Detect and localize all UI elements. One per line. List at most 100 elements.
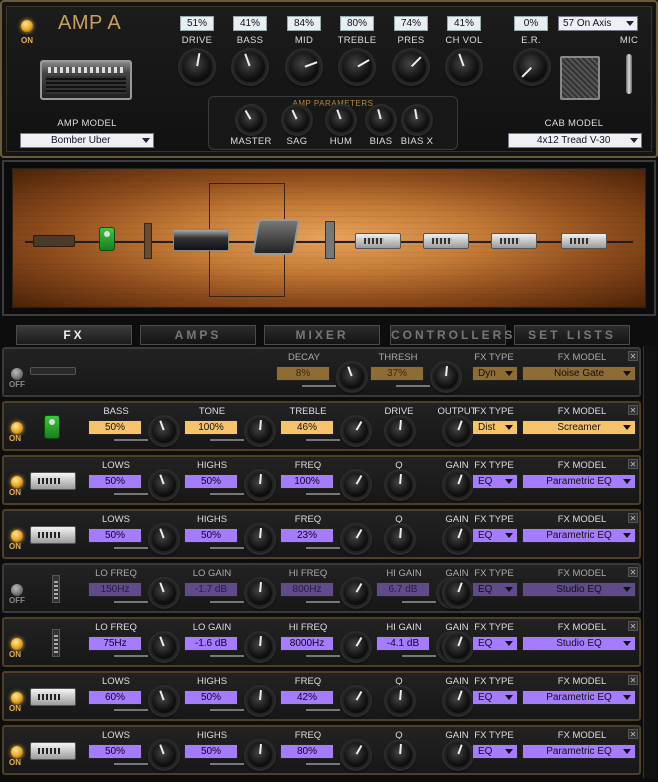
fx-param-knob[interactable] xyxy=(444,579,472,607)
fx-param-knob[interactable] xyxy=(386,687,414,715)
fx-param-value[interactable]: -4.1 dB xyxy=(376,636,430,651)
fx-param-knob[interactable] xyxy=(246,741,274,769)
fx-param-knob[interactable] xyxy=(150,741,178,769)
fx-param-value[interactable]: 50% xyxy=(184,474,238,489)
fx-param-knob[interactable] xyxy=(342,417,370,445)
fx-type-select[interactable]: Dist xyxy=(472,420,518,435)
fx-param-value[interactable]: 75Hz xyxy=(88,636,142,651)
close-icon[interactable]: ✕ xyxy=(628,351,638,361)
fx-param-knob[interactable] xyxy=(150,687,178,715)
fx-param-knob[interactable] xyxy=(386,741,414,769)
fx-param-knob[interactable] xyxy=(246,471,274,499)
fx-param-knob[interactable] xyxy=(444,633,472,661)
fx-list-scrollbar[interactable] xyxy=(643,346,656,778)
er-knob[interactable] xyxy=(515,50,549,84)
fx-model-select[interactable]: Noise Gate xyxy=(522,366,636,381)
parametric-eq-chain-icon-4[interactable] xyxy=(561,233,607,249)
fx-param-knob[interactable] xyxy=(386,417,414,445)
fx-type-select[interactable]: EQ xyxy=(472,528,518,543)
fx-type-select[interactable]: EQ xyxy=(472,582,518,597)
fx-param-knob[interactable] xyxy=(444,471,472,499)
fx-power-led-icon[interactable] xyxy=(11,692,23,704)
fx-model-select[interactable]: Studio EQ xyxy=(522,582,636,597)
amp-knob-bass[interactable] xyxy=(233,50,267,84)
amp-knob-mid[interactable] xyxy=(287,50,321,84)
fx-param-knob[interactable] xyxy=(444,741,472,769)
noise-gate-chain-icon[interactable] xyxy=(33,235,75,247)
fx-type-select[interactable]: EQ xyxy=(472,690,518,705)
fx-model-select[interactable]: Parametric EQ xyxy=(522,744,636,759)
fx-model-select[interactable]: Parametric EQ xyxy=(522,474,636,489)
fx-param-knob[interactable] xyxy=(444,525,472,553)
fx-param-value[interactable]: 37% xyxy=(370,366,424,381)
close-icon[interactable]: ✕ xyxy=(628,405,638,415)
fx-param-knob[interactable] xyxy=(342,633,370,661)
close-icon[interactable]: ✕ xyxy=(628,621,638,631)
fx-param-value[interactable]: 46% xyxy=(280,420,334,435)
tab-amps[interactable]: AMPS xyxy=(140,325,256,345)
tab-controllers[interactable]: CONTROLLERS xyxy=(390,325,512,345)
studio-eq-chain-icon[interactable] xyxy=(144,223,152,259)
fx-param-value[interactable]: -1.6 dB xyxy=(184,636,238,651)
fx-param-value[interactable]: 800Hz xyxy=(280,582,334,597)
fx-power-led-icon[interactable] xyxy=(11,746,23,758)
close-icon[interactable]: ✕ xyxy=(628,729,638,739)
fx-power-led-icon[interactable] xyxy=(11,584,23,596)
fx-type-select[interactable]: EQ xyxy=(472,636,518,651)
amp-knob-value[interactable]: 41% xyxy=(447,16,481,31)
mic-position-select[interactable]: 57 On Axis xyxy=(558,16,638,31)
close-icon[interactable]: ✕ xyxy=(628,567,638,577)
tab-set-lists[interactable]: SET LISTS xyxy=(514,325,630,345)
amp-knob-value[interactable]: 80% xyxy=(340,16,374,31)
amp-knob-ch-vol[interactable] xyxy=(447,50,481,84)
parametric-eq-chain-icon-1[interactable] xyxy=(355,233,401,249)
fx-param-value[interactable]: 23% xyxy=(280,528,334,543)
param-knob-sag[interactable] xyxy=(283,106,311,134)
fx-param-knob[interactable] xyxy=(150,633,178,661)
parametric-eq-chain-icon-3[interactable] xyxy=(491,233,537,249)
fx-param-value[interactable]: 42% xyxy=(280,690,334,705)
fx-param-knob[interactable] xyxy=(342,471,370,499)
amp-model-select[interactable]: Bomber Uber xyxy=(20,133,154,148)
param-knob-hum[interactable] xyxy=(327,106,355,134)
fx-param-value[interactable]: 60% xyxy=(88,690,142,705)
param-knob-bias-x[interactable] xyxy=(403,106,431,134)
fx-param-knob[interactable] xyxy=(150,471,178,499)
fx-param-knob[interactable] xyxy=(444,417,472,445)
fx-power-led-icon[interactable] xyxy=(11,476,23,488)
screamer-pedal-chain-icon[interactable] xyxy=(99,227,115,251)
cab-model-select[interactable]: 4x12 Tread V-30 xyxy=(508,133,642,148)
cabinet-chain-icon[interactable] xyxy=(251,219,301,255)
amp-knob-pres[interactable] xyxy=(394,50,428,84)
studio-eq-chain-icon-2[interactable] xyxy=(325,221,335,259)
amp-knob-value[interactable]: 41% xyxy=(233,16,267,31)
fx-type-select[interactable]: EQ xyxy=(472,474,518,489)
fx-power-led-icon[interactable] xyxy=(11,638,23,650)
fx-param-value[interactable]: 80% xyxy=(280,744,334,759)
fx-param-knob[interactable] xyxy=(338,363,366,391)
fx-param-knob[interactable] xyxy=(342,525,370,553)
fx-param-value[interactable]: 100% xyxy=(280,474,334,489)
fx-param-value[interactable]: 6.7 dB xyxy=(376,582,430,597)
fx-model-select[interactable]: Parametric EQ xyxy=(522,528,636,543)
fx-param-value[interactable]: -1.7 dB xyxy=(184,582,238,597)
fx-param-knob[interactable] xyxy=(444,687,472,715)
fx-param-knob[interactable] xyxy=(246,687,274,715)
fx-param-knob[interactable] xyxy=(150,579,178,607)
fx-param-value[interactable]: 50% xyxy=(88,528,142,543)
fx-type-select[interactable]: Dyn xyxy=(472,366,518,381)
param-knob-bias[interactable] xyxy=(367,106,395,134)
amp-knob-value[interactable]: 84% xyxy=(287,16,321,31)
fx-model-select[interactable]: Studio EQ xyxy=(522,636,636,651)
fx-param-knob[interactable] xyxy=(386,525,414,553)
fx-model-select[interactable]: Parametric EQ xyxy=(522,690,636,705)
fx-type-select[interactable]: EQ xyxy=(472,744,518,759)
amp-knob-treble[interactable] xyxy=(340,50,374,84)
parametric-eq-chain-icon-2[interactable] xyxy=(423,233,469,249)
fx-param-value[interactable]: 100% xyxy=(184,420,238,435)
fx-param-value[interactable]: 50% xyxy=(88,474,142,489)
tab-fx[interactable]: FX xyxy=(16,325,132,345)
fx-power-led-icon[interactable] xyxy=(11,530,23,542)
fx-param-knob[interactable] xyxy=(342,579,370,607)
mic-icon[interactable] xyxy=(626,54,632,94)
